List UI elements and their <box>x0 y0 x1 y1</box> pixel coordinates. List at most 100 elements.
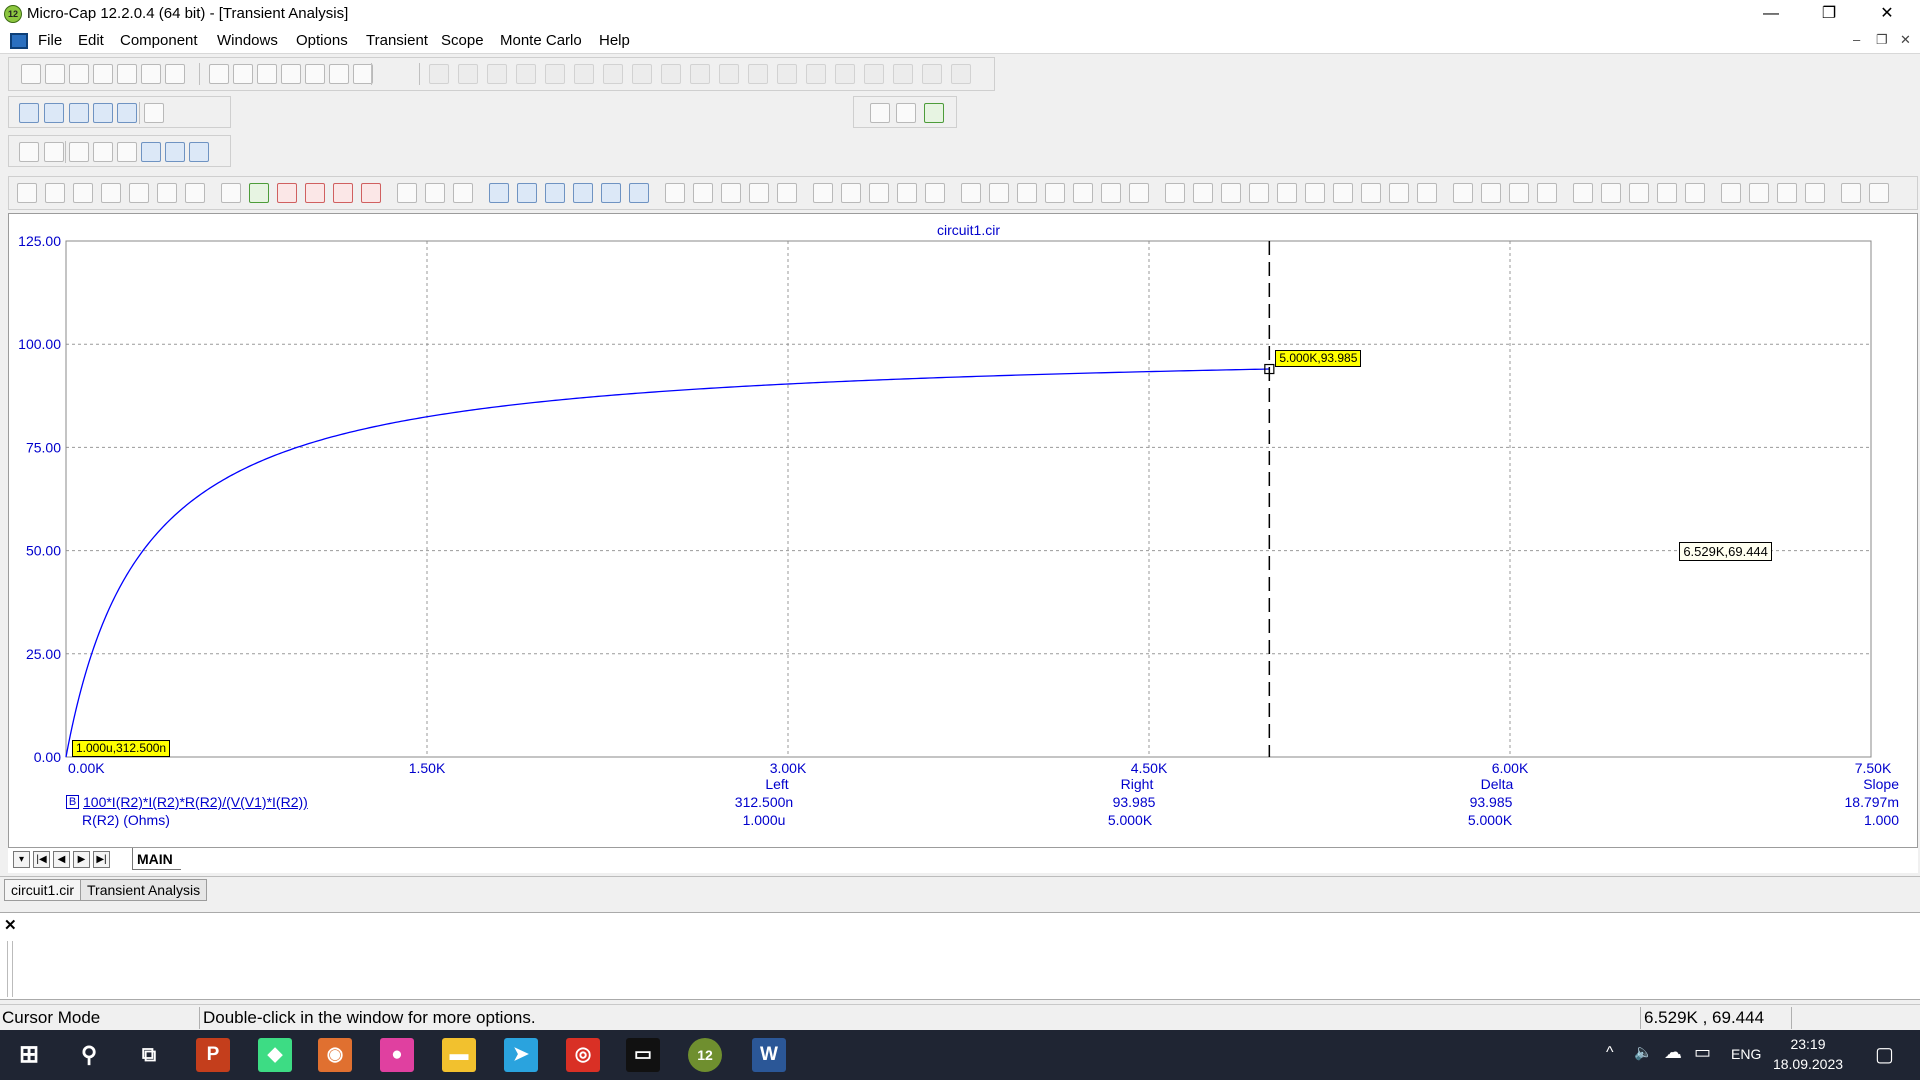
menu-file[interactable]: File <box>38 32 62 49</box>
toolbar-button-icon[interactable] <box>458 64 478 84</box>
tab-transient-analysis[interactable]: Transient Analysis <box>80 879 208 901</box>
toolbar-button-icon[interactable] <box>864 64 884 84</box>
volume-icon[interactable]: 🔈 <box>1634 1043 1653 1061</box>
toolbar-button-icon[interactable] <box>44 103 64 123</box>
toolbar-button-icon[interactable] <box>721 183 741 203</box>
toolbar-button-icon[interactable] <box>1073 183 1093 203</box>
toolbar-button-icon[interactable] <box>141 64 161 84</box>
toolbar-button-icon[interactable] <box>1869 183 1889 203</box>
battery-icon[interactable]: ▭ <box>1694 1042 1711 1063</box>
toolbar-button-icon[interactable] <box>249 183 269 203</box>
toolbar-button-icon[interactable] <box>1389 183 1409 203</box>
toolbar-button-icon[interactable] <box>665 183 685 203</box>
toolbar-button-icon[interactable] <box>719 64 739 84</box>
toolbar-button-icon[interactable] <box>777 183 797 203</box>
toolbar-button-icon[interactable] <box>129 183 149 203</box>
toolbar-button-icon[interactable] <box>453 183 473 203</box>
toolbar-button-icon[interactable] <box>221 183 241 203</box>
search-icon[interactable]: ⚲ <box>72 1038 106 1072</box>
toolbar-button-icon[interactable] <box>93 142 113 162</box>
toolbar-button-icon[interactable] <box>141 142 161 162</box>
toolbar-button-icon[interactable] <box>305 183 325 203</box>
disc-app-icon[interactable]: ◉ <box>318 1038 352 1072</box>
toolbar-button-icon[interactable] <box>45 183 65 203</box>
powerpoint-icon[interactable]: P <box>196 1038 230 1072</box>
toolbar-button-icon[interactable] <box>1129 183 1149 203</box>
toolbar-button-icon[interactable] <box>1629 183 1649 203</box>
plot-window[interactable]: 0.00 25.00 50.00 75.00 100.00 125.00 0.00K 1.5… <box>8 213 1918 873</box>
toolbar-button-icon[interactable] <box>749 183 769 203</box>
toolbar-button-icon[interactable] <box>1361 183 1381 203</box>
toolbar-button-icon[interactable] <box>897 183 917 203</box>
toolbar-button-icon[interactable] <box>869 183 889 203</box>
tray-chevron-icon[interactable]: ^ <box>1606 1044 1614 1062</box>
maximize-button[interactable]: ❐ <box>1800 0 1858 28</box>
toolbar-button-icon[interactable] <box>117 142 137 162</box>
toolbar-button-icon[interactable] <box>924 103 944 123</box>
windows-start-icon[interactable]: ⊞ <box>12 1038 46 1072</box>
toolbar-button-icon[interactable] <box>1045 183 1065 203</box>
tab-circuit1[interactable]: circuit1.cir <box>4 879 82 901</box>
toolbar-button-icon[interactable] <box>951 64 971 84</box>
chrome-icon[interactable]: ◎ <box>566 1038 600 1072</box>
toolbar-button-icon[interactable] <box>1193 183 1213 203</box>
android-studio-icon[interactable]: ◆ <box>258 1038 292 1072</box>
word-icon[interactable]: W <box>752 1038 786 1072</box>
toolbar-button-icon[interactable] <box>922 64 942 84</box>
toolbar-button-icon[interactable] <box>693 183 713 203</box>
toolbar-button-icon[interactable] <box>574 64 594 84</box>
toolbar-button-icon[interactable] <box>69 64 89 84</box>
tab-main[interactable]: MAIN <box>132 848 181 870</box>
toolbar-button-icon[interactable] <box>1601 183 1621 203</box>
toolbar-button-icon[interactable] <box>165 142 185 162</box>
toolbar-button-icon[interactable] <box>1101 183 1121 203</box>
task-view-icon[interactable]: ⧉ <box>132 1038 166 1072</box>
toolbar-button-icon[interactable] <box>925 183 945 203</box>
first-page-button[interactable]: |◀ <box>33 851 50 868</box>
toolbar-button-icon[interactable] <box>73 183 93 203</box>
next-page-button[interactable]: ▶ <box>73 851 90 868</box>
toolbar-button-icon[interactable] <box>777 64 797 84</box>
microcap-icon[interactable]: 12 <box>688 1038 722 1072</box>
toolbar-button-icon[interactable] <box>690 64 710 84</box>
output-close-icon[interactable]: ✕ <box>4 916 17 934</box>
menu-windows[interactable]: Windows <box>217 32 278 49</box>
toolbar-button-icon[interactable] <box>632 64 652 84</box>
prev-page-button[interactable]: ◀ <box>53 851 70 868</box>
toolbar-button-icon[interactable] <box>629 183 649 203</box>
mdi-minimize-button[interactable]: – <box>1853 32 1860 47</box>
toolbar-button-icon[interactable] <box>45 64 65 84</box>
toolbar-button-icon[interactable] <box>1333 183 1353 203</box>
toolbar-button-icon[interactable] <box>69 142 89 162</box>
toolbar-button-icon[interactable] <box>1509 183 1529 203</box>
document-window-icon[interactable] <box>10 33 28 49</box>
toolbar-button-icon[interactable] <box>661 64 681 84</box>
toolbar-button-icon[interactable] <box>257 64 277 84</box>
toolbar-button-icon[interactable] <box>487 64 507 84</box>
toolbar-button-icon[interactable] <box>305 64 325 84</box>
toolbar-button-icon[interactable] <box>277 183 297 203</box>
toolbar-button-icon[interactable] <box>1277 183 1297 203</box>
menu-transient[interactable]: Transient <box>366 32 428 49</box>
toolbar-button-icon[interactable] <box>1165 183 1185 203</box>
expression-badge[interactable]: B <box>66 795 79 809</box>
menu-edit[interactable]: Edit <box>78 32 104 49</box>
toolbar-button-icon[interactable] <box>117 64 137 84</box>
toolbar-button-icon[interactable] <box>1481 183 1501 203</box>
toolbar-button-icon[interactable] <box>69 103 89 123</box>
toolbar-button-icon[interactable] <box>425 183 445 203</box>
toolbar-button-icon[interactable] <box>813 183 833 203</box>
toolbar-button-icon[interactable] <box>101 183 121 203</box>
toolbar-button-icon[interactable] <box>19 103 39 123</box>
minimize-button[interactable]: — <box>1742 0 1800 28</box>
toolbar-button-icon[interactable] <box>1305 183 1325 203</box>
toolbar-button-icon[interactable] <box>361 183 381 203</box>
menu-help[interactable]: Help <box>599 32 630 49</box>
toolbar-button-icon[interactable] <box>835 64 855 84</box>
toolbar-button-icon[interactable] <box>1805 183 1825 203</box>
toolbar-button-icon[interactable] <box>19 142 39 162</box>
toolbar-button-icon[interactable] <box>489 183 509 203</box>
toolbar-button-icon[interactable] <box>333 183 353 203</box>
clock-time[interactable]: 23:19 <box>1776 1036 1840 1052</box>
toolbar-button-icon[interactable] <box>1777 183 1797 203</box>
